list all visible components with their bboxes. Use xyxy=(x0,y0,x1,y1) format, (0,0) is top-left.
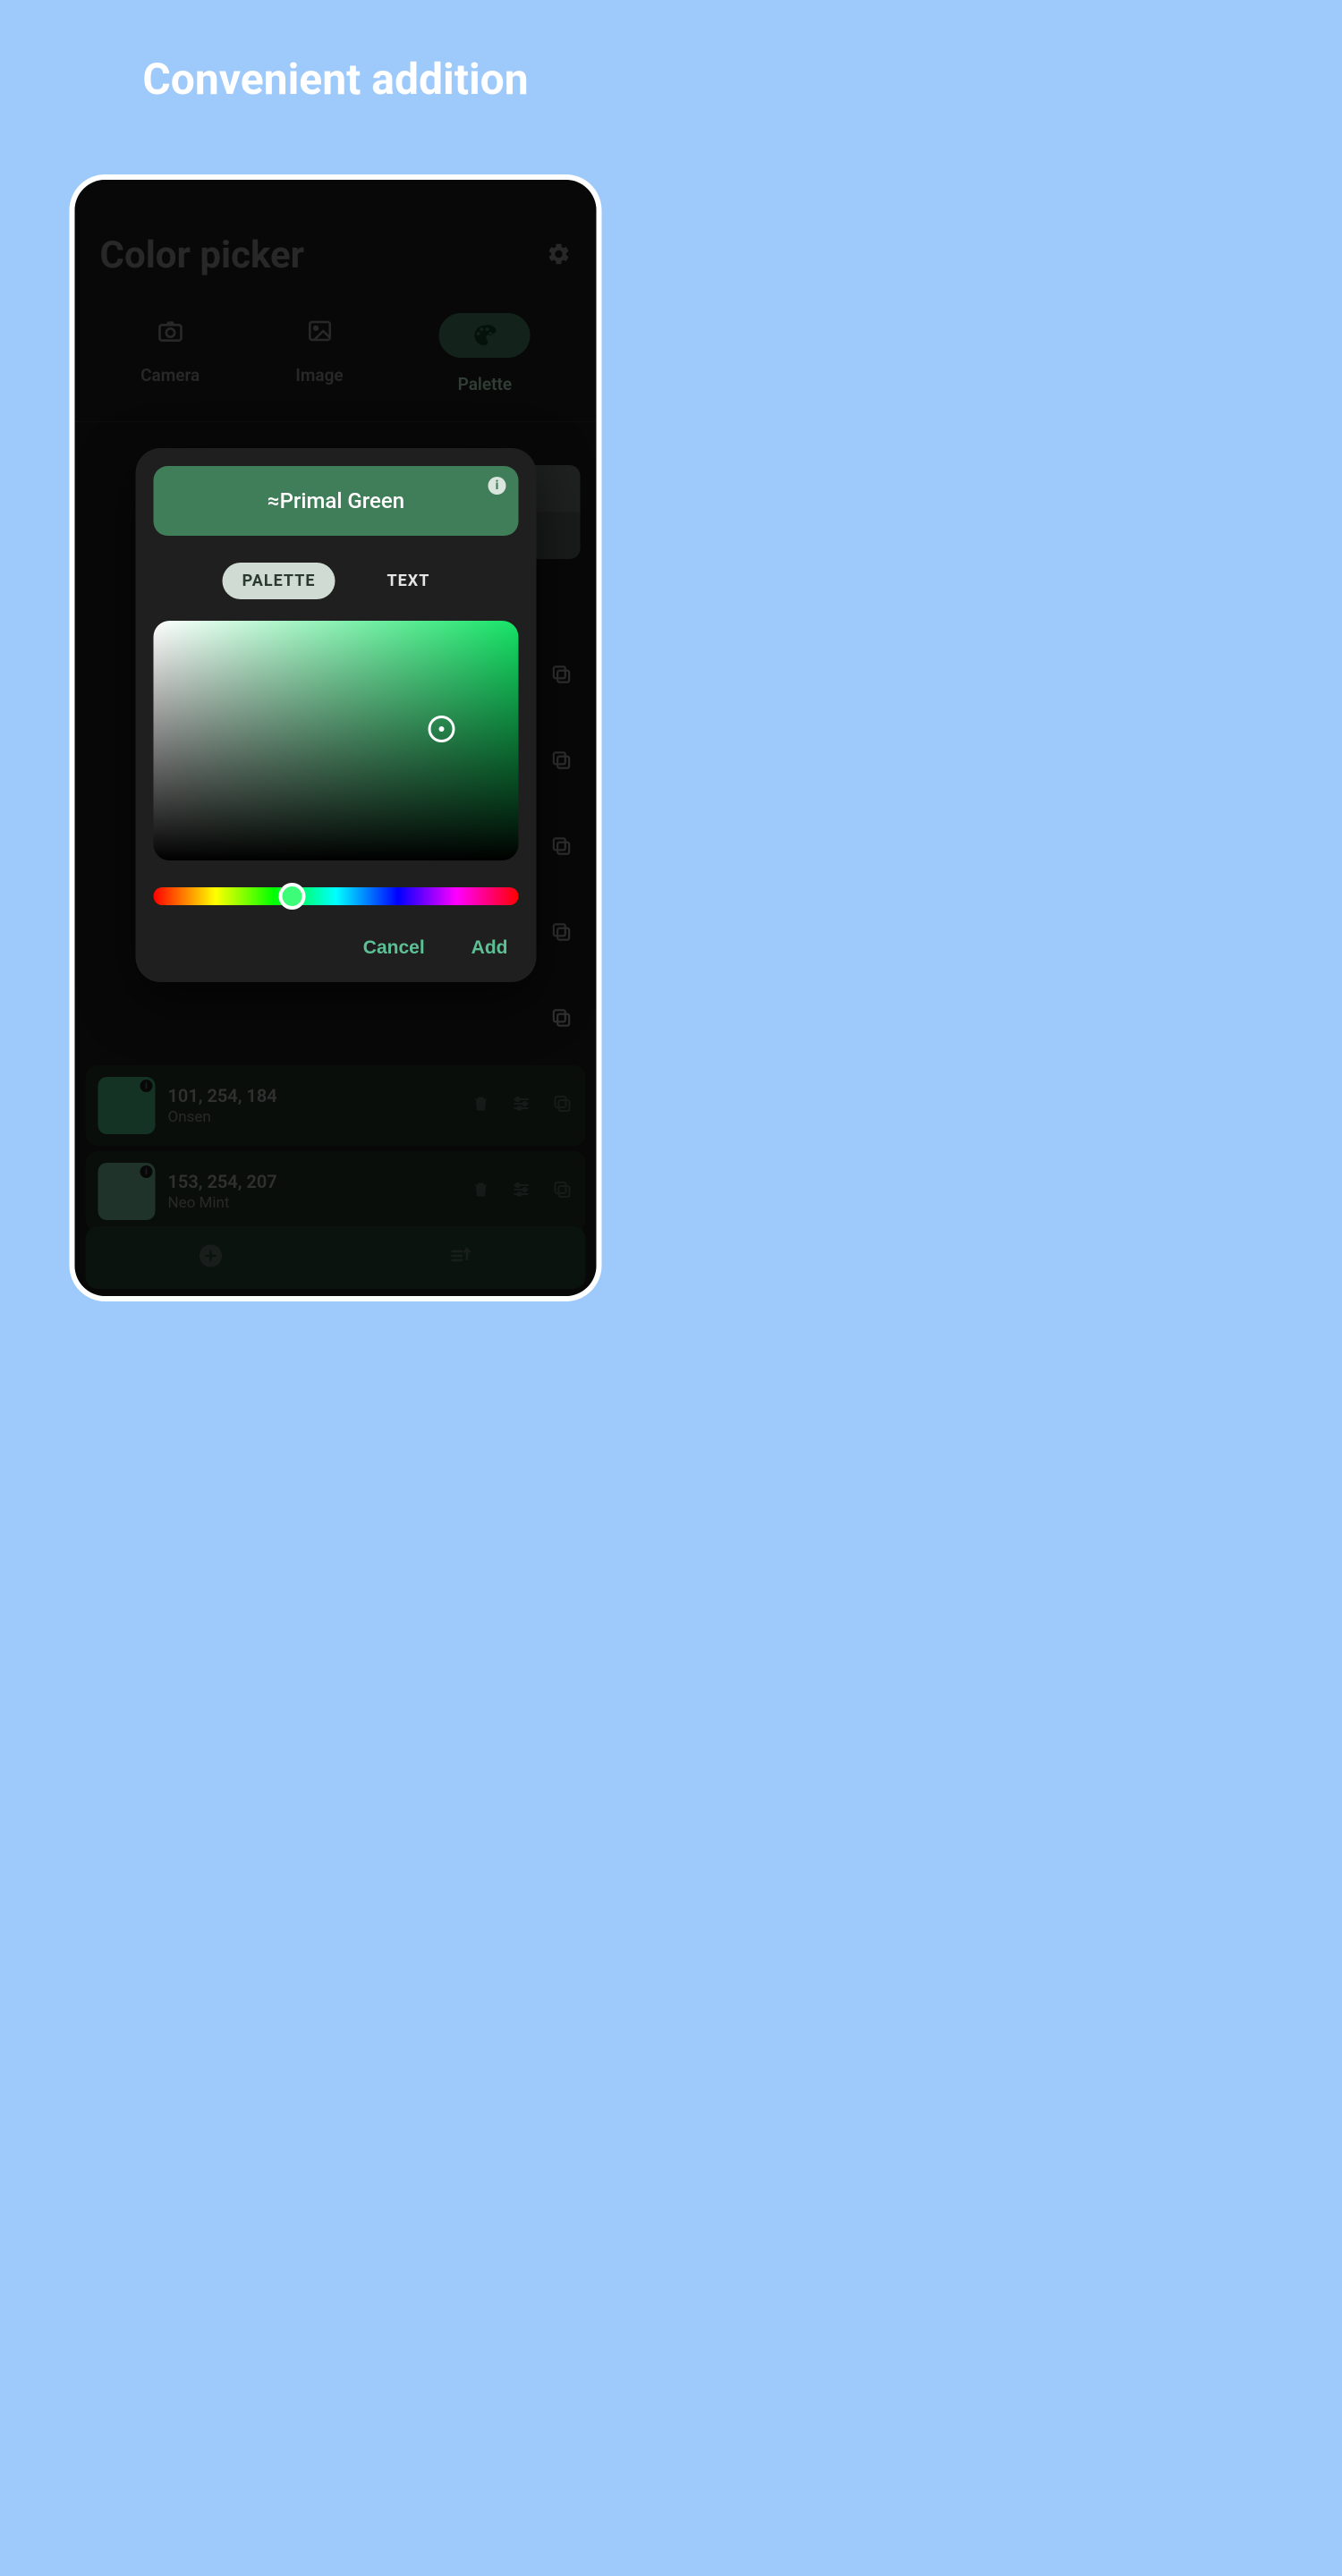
copy-icon[interactable] xyxy=(550,749,573,775)
color-picker-dialog: ≈Primal Green i PALETTE TEXT Cancel Add xyxy=(136,448,537,982)
cancel-button[interactable]: Cancel xyxy=(363,937,425,959)
phone-frame: Color picker Camera Image xyxy=(70,174,602,1301)
add-button[interactable]: Add xyxy=(471,937,508,959)
hue-slider[interactable] xyxy=(154,887,519,905)
copy-icon[interactable] xyxy=(550,1006,573,1033)
trash-icon[interactable] xyxy=(471,1094,491,1117)
trash-icon[interactable] xyxy=(471,1180,491,1203)
app-header: Color picker xyxy=(75,180,597,277)
camera-icon xyxy=(152,313,188,349)
saturation-value-area[interactable] xyxy=(154,621,519,860)
dialog-actions: Cancel Add xyxy=(154,937,519,959)
rgb-value: 153, 254, 207 xyxy=(168,1171,459,1192)
tab-label: Camera xyxy=(140,365,200,386)
sliders-icon[interactable] xyxy=(511,1179,532,1204)
hero-title: Convenient addition xyxy=(0,0,671,105)
tab-palette[interactable]: Palette xyxy=(439,313,531,394)
palette-icon xyxy=(439,313,531,358)
list-item[interactable]: i 101, 254, 184 Onsen xyxy=(86,1065,586,1146)
info-icon[interactable]: i xyxy=(488,477,506,495)
info-icon[interactable]: i xyxy=(140,1080,153,1092)
phone-screen: Color picker Camera Image xyxy=(75,180,597,1296)
list-item-text: 101, 254, 184 Onsen xyxy=(168,1085,459,1126)
copy-icon[interactable] xyxy=(550,663,573,690)
copy-icon[interactable] xyxy=(552,1093,573,1118)
hue-thumb[interactable] xyxy=(279,883,306,910)
sliders-icon[interactable] xyxy=(511,1093,532,1118)
image-icon xyxy=(302,313,337,349)
tabs: Camera Image Palette xyxy=(75,277,597,422)
list-item-text: 153, 254, 207 Neo Mint xyxy=(168,1171,459,1212)
mode-tabs: PALETTE TEXT xyxy=(154,563,519,599)
gear-icon[interactable] xyxy=(547,242,572,270)
color-name-label: ≈Primal Green xyxy=(268,488,404,513)
copy-icon[interactable] xyxy=(552,1179,573,1204)
copy-icon[interactable] xyxy=(550,835,573,861)
copy-icon[interactable] xyxy=(550,920,573,947)
app-title: Color picker xyxy=(100,233,305,277)
color-name: Neo Mint xyxy=(168,1194,459,1212)
mode-tab-palette[interactable]: PALETTE xyxy=(223,563,336,599)
color-name-banner: ≈Primal Green i xyxy=(154,466,519,536)
color-name: Onsen xyxy=(168,1108,459,1126)
bottom-bar xyxy=(86,1226,586,1289)
color-swatch: i xyxy=(98,1163,156,1220)
sv-thumb[interactable] xyxy=(429,716,455,742)
rgb-value: 101, 254, 184 xyxy=(168,1085,459,1106)
list-item[interactable]: i 153, 254, 207 Neo Mint xyxy=(86,1151,586,1232)
color-swatch: i xyxy=(98,1077,156,1134)
color-list: i 101, 254, 184 Onsen i 153, 254, 207 xyxy=(75,1065,597,1232)
sort-icon[interactable] xyxy=(447,1242,474,1273)
info-icon[interactable]: i xyxy=(140,1165,153,1178)
add-icon[interactable] xyxy=(197,1242,224,1273)
tab-label: Palette xyxy=(458,374,512,394)
mode-tab-text[interactable]: TEXT xyxy=(368,563,450,599)
tab-camera[interactable]: Camera xyxy=(140,313,200,394)
tab-label: Image xyxy=(295,365,343,386)
tab-image[interactable]: Image xyxy=(295,313,343,394)
